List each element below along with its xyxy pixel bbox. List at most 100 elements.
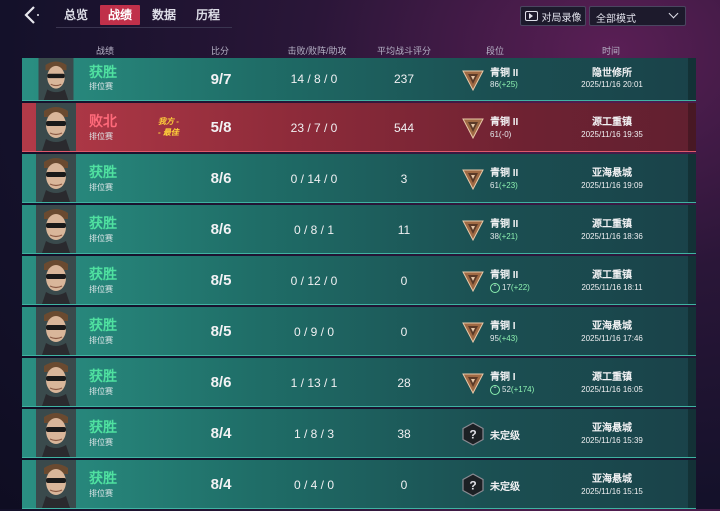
promotion-icon: ⌃ (490, 283, 500, 293)
match-row[interactable]: 获胜 排位赛 8/6 0 / 14 / 0 3 青铜 II 61(+23) 亚海悬城 2025/… (22, 154, 696, 203)
tab-stats[interactable]: 数据 (144, 5, 184, 25)
match-mode: 排位赛 (89, 438, 113, 447)
match-time: 2025/11/16 19:35 (581, 130, 643, 139)
match-kda: 0 / 12 / 0 (290, 274, 338, 288)
match-kda: 0 / 14 / 0 (290, 172, 338, 186)
match-score: 8/5 (210, 323, 232, 340)
top-bar: 总览 战绩 数据 历程 对局录像 全部模式 (0, 0, 720, 30)
row-edge (688, 154, 696, 202)
match-result: 获胜 (89, 368, 117, 384)
match-rating: 237 (393, 72, 415, 86)
row-edge (688, 103, 696, 151)
bronze-rank-icon (462, 70, 484, 92)
match-time: 2025/11/16 16:05 (581, 385, 643, 394)
match-rating: 38 (397, 427, 411, 441)
match-row[interactable]: 获胜 排位赛 8/5 0 / 9 / 0 0 青铜 I 95(+43) 亚海悬城 2025/11… (22, 307, 696, 356)
match-kda: 0 / 8 / 1 (293, 223, 335, 237)
row-edge (688, 460, 696, 508)
tab-overview[interactable]: 总览 (56, 5, 96, 25)
rank-name: 青铜 II (490, 117, 519, 128)
match-row[interactable]: 败北 排位赛 我方 -- 最佳 5/8 23 / 7 / 0 544 青铜 II 61(-0)… (22, 103, 696, 152)
hero-avatar[interactable] (36, 154, 76, 202)
match-score: 8/4 (210, 425, 232, 442)
match-mode: 排位赛 (89, 183, 113, 192)
rank-points: 38(+21) (490, 232, 518, 241)
match-score: 9/7 (210, 71, 232, 88)
row-edge (688, 256, 696, 304)
match-row[interactable]: 获胜 排位赛 8/4 0 / 4 / 0 0? 未定级 亚海悬城 2025/11/16 15:… (22, 460, 696, 509)
match-kda: 1 / 8 / 3 (293, 427, 335, 441)
match-result: 获胜 (89, 419, 117, 435)
match-result: 获胜 (89, 470, 117, 486)
rank-name: 青铜 II (490, 168, 519, 179)
rank-name: 青铜 II (490, 219, 519, 230)
match-map: 亚海悬城 (592, 423, 632, 434)
mode-select-value: 全部模式 (596, 14, 636, 25)
match-map: 亚海悬城 (592, 474, 632, 485)
match-row[interactable]: 获胜 排位赛 8/5 0 / 12 / 0 0 青铜 II ⌃ 17(+22) 源工重镇 2025… (22, 256, 696, 305)
match-row[interactable]: 获胜 排位赛 8/6 1 / 13 / 1 28 青铜 I ⌃ 52(+174) 源工重镇 202… (22, 358, 696, 407)
table-header: 战绩 比分 击败/败阵/助攻 平均战斗评分 段位 时间 (0, 44, 720, 58)
match-rating: 28 (397, 376, 411, 390)
match-time: 2025/11/16 15:39 (581, 436, 643, 445)
match-rating: 544 (393, 121, 415, 135)
header-kda: 击败/败阵/助攻 (287, 46, 347, 56)
match-time: 2025/11/16 19:09 (581, 181, 643, 190)
match-row[interactable]: 获胜 排位赛 8/6 0 / 8 / 1 11 青铜 II 38(+21) 源工重镇 2025/… (22, 205, 696, 254)
rank-name: 青铜 I (490, 372, 516, 383)
match-score: 8/6 (210, 170, 232, 187)
mode-select[interactable]: 全部模式 (589, 6, 686, 26)
mvp-badge: 我方 -- 最佳 (158, 117, 179, 137)
match-mode: 排位赛 (89, 132, 113, 141)
match-score: 8/4 (210, 476, 232, 493)
header-rank: 段位 (485, 46, 504, 56)
match-map: 亚海悬城 (592, 321, 632, 332)
match-time: 2025/11/16 17:46 (581, 334, 643, 343)
match-score: 8/6 (210, 374, 232, 391)
back-arrow-icon[interactable] (20, 4, 42, 26)
rank-points: 95(+43) (490, 334, 518, 343)
hero-avatar[interactable] (36, 460, 76, 508)
hero-avatar[interactable] (36, 103, 76, 151)
match-kda: 0 / 9 / 0 (293, 325, 335, 339)
row-edge (688, 58, 696, 100)
header-record: 战绩 (95, 46, 114, 56)
match-time: 2025/11/16 15:15 (581, 487, 643, 496)
svg-text:?: ? (469, 479, 476, 493)
bronze-rank-icon (462, 373, 484, 395)
match-rating: 0 (400, 274, 408, 288)
match-row[interactable]: 获胜 排位赛 9/7 14 / 8 / 0 237 青铜 II 86(+25) 隐世修所 202… (22, 58, 696, 101)
hero-avatar[interactable] (36, 358, 76, 406)
match-result: 获胜 (89, 215, 117, 231)
match-mode: 排位赛 (89, 387, 113, 396)
tab-records[interactable]: 战绩 (100, 5, 140, 25)
match-map: 源工重镇 (592, 372, 632, 383)
unranked-icon: ? (462, 473, 484, 497)
match-result: 获胜 (89, 266, 117, 282)
tab-history[interactable]: 历程 (188, 5, 228, 25)
replay-button[interactable]: 对局录像 (520, 6, 586, 26)
chevron-down-icon (668, 8, 679, 19)
hero-avatar[interactable] (36, 256, 76, 304)
replay-button-label: 对局录像 (541, 12, 582, 24)
hero-avatar[interactable] (36, 307, 76, 355)
hero-avatar[interactable] (36, 205, 76, 253)
row-edge (688, 307, 696, 355)
match-row[interactable]: 获胜 排位赛 8/4 1 / 8 / 3 38? 未定级 亚海悬城 2025/11/16 15… (22, 409, 696, 458)
match-score: 8/6 (210, 221, 232, 238)
hero-avatar[interactable] (36, 58, 76, 100)
row-edge (688, 358, 696, 406)
tab-bar: 总览 战绩 数据 历程 (56, 5, 232, 28)
rank-points: ⌃ 52(+174) (490, 385, 534, 395)
rank-points: 61(+23) (490, 181, 518, 190)
match-mode: 排位赛 (89, 82, 113, 91)
match-map: 源工重镇 (592, 219, 632, 230)
header-rating: 平均战斗评分 (376, 46, 431, 56)
hero-avatar[interactable] (36, 409, 76, 457)
video-icon (524, 11, 538, 21)
rank-name: 未定级 (490, 431, 520, 442)
match-score: 5/8 (210, 119, 232, 136)
rank-points: ⌃ 17(+22) (490, 283, 530, 293)
rank-name: 青铜 I (490, 321, 516, 332)
header-time: 时间 (601, 46, 620, 56)
